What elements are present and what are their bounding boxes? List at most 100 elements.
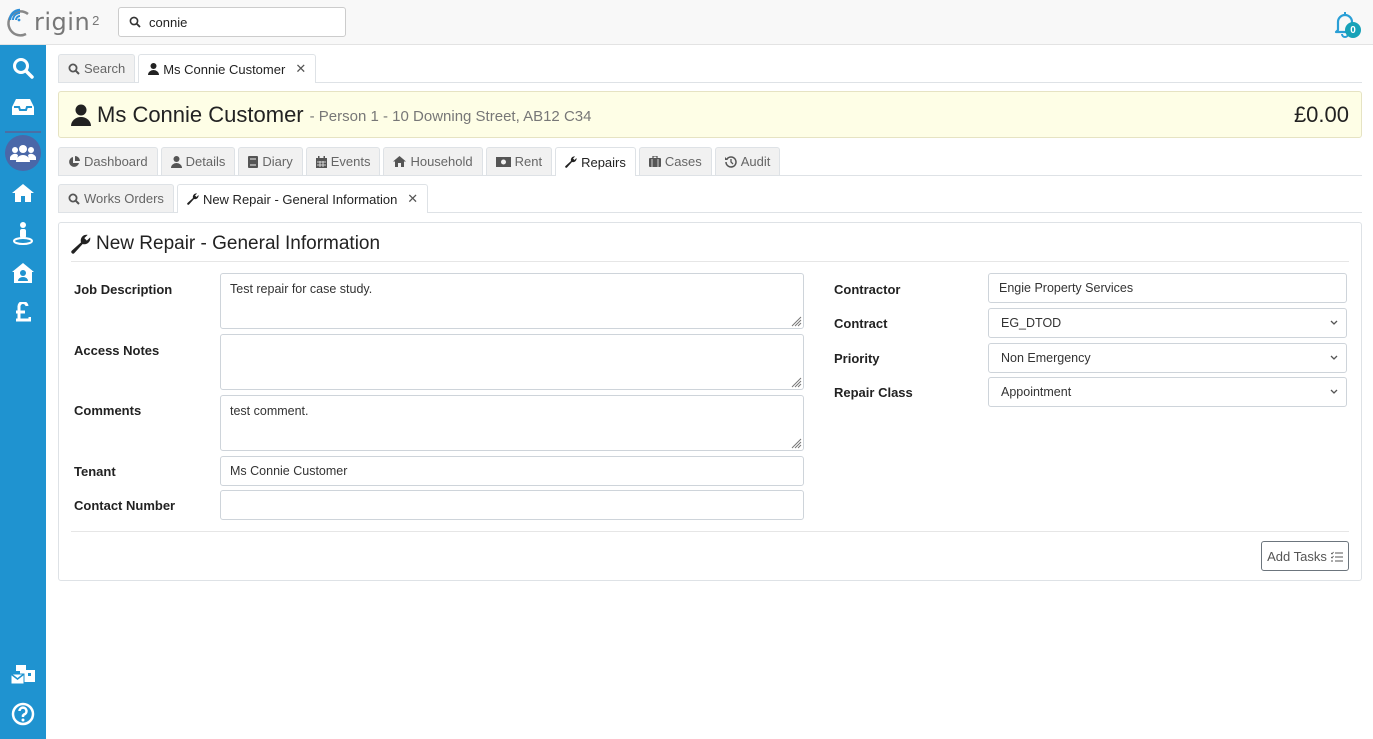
contract-value: EG_DTOD	[1001, 316, 1062, 330]
account-balance: £0.00	[1293, 102, 1349, 127]
tab-details[interactable]: Details	[160, 147, 236, 175]
wrench-icon	[565, 156, 577, 168]
priority-label: Priority	[834, 351, 880, 366]
contractor-label: Contractor	[834, 282, 901, 297]
tab-search[interactable]: Search	[58, 54, 136, 82]
tab-rent[interactable]: Rent	[485, 147, 553, 175]
repair-class-label: Repair Class	[834, 385, 913, 400]
tab-label: Ms Connie Customer	[163, 61, 286, 77]
search-icon	[68, 63, 80, 75]
tab-works-orders[interactable]: Works Orders	[58, 184, 174, 212]
logo-signal-icon	[7, 8, 29, 37]
tenant-label: Tenant	[74, 464, 116, 479]
priority-select[interactable]: Non Emergency	[988, 343, 1347, 373]
tenant-input[interactable]: Ms Connie Customer	[220, 456, 804, 486]
tab-dashboard[interactable]: Dashboard	[58, 147, 158, 175]
person-tabs: Dashboard Details Diary Events Household…	[58, 147, 1362, 176]
new-repair-panel: New Repair - General Information Job Des…	[58, 222, 1362, 581]
person-banner: Ms Connie Customer - Person 1 - 10 Downi…	[58, 91, 1362, 138]
tab-label: Repairs	[581, 154, 626, 170]
contract-select[interactable]: EG_DTOD	[988, 308, 1347, 338]
street-view-icon	[13, 222, 33, 245]
help-icon	[11, 702, 35, 726]
tab-diary[interactable]: Diary	[238, 147, 303, 175]
repair-tabs: Works Orders New Repair - General Inform…	[58, 184, 1362, 213]
close-icon[interactable]: ✕	[407, 191, 418, 207]
sidebar-item-house-user[interactable]	[0, 255, 46, 291]
resize-handle-icon[interactable]	[790, 315, 802, 327]
panel-title-text: New Repair - General Information	[96, 233, 381, 254]
history-icon	[724, 155, 737, 168]
comments-textarea[interactable]: test comment.	[220, 395, 804, 451]
tab-household[interactable]: Household	[383, 147, 483, 175]
tab-person[interactable]: Ms Connie Customer ✕	[138, 54, 317, 83]
tab-events[interactable]: Events	[305, 147, 381, 175]
sidebar-item-communications[interactable]	[0, 657, 46, 693]
job-description-value: Test repair for case study.	[230, 282, 373, 296]
resize-handle-icon[interactable]	[790, 437, 802, 449]
tab-label: Dashboard	[84, 154, 148, 169]
contract-label: Contract	[834, 316, 888, 331]
job-description-textarea[interactable]: Test repair for case study.	[220, 273, 804, 329]
mail-bulk-icon	[10, 665, 35, 685]
top-bar: rigin2 0	[0, 0, 1373, 45]
app-logo[interactable]: rigin 2	[6, 5, 99, 39]
add-tasks-label: Add Tasks	[1267, 548, 1327, 564]
sidebar-item-help[interactable]	[0, 696, 46, 732]
access-notes-textarea[interactable]	[220, 334, 804, 390]
notification-count-badge: 0	[1345, 22, 1361, 38]
person-subtitle: - Person 1 - 10 Downing Street, AB12 C34	[309, 108, 592, 125]
sidebar	[0, 45, 46, 739]
sidebar-item-people[interactable]	[0, 135, 46, 171]
tab-label: Search	[84, 61, 126, 76]
repair-class-select[interactable]: Appointment	[988, 377, 1347, 407]
home-icon	[12, 184, 34, 202]
tasks-list-icon	[1330, 551, 1343, 562]
tab-label: Details	[185, 154, 226, 169]
search-icon	[13, 58, 34, 79]
divider	[71, 531, 1349, 532]
sidebar-item-finance[interactable]	[0, 294, 46, 330]
sidebar-divider	[5, 131, 41, 133]
chevron-down-icon	[1330, 355, 1338, 360]
logo-superscript: 2	[92, 12, 100, 28]
chevron-down-icon	[1330, 320, 1338, 325]
tab-repairs[interactable]: Repairs	[555, 147, 636, 176]
briefcase-icon	[648, 156, 661, 167]
comments-label: Comments	[74, 403, 142, 418]
close-icon[interactable]: ✕	[295, 61, 306, 77]
comments-value: test comment.	[230, 404, 309, 418]
search-input[interactable]	[149, 14, 339, 30]
tab-new-repair[interactable]: New Repair - General Information ✕	[176, 184, 429, 213]
repair-class-value: Appointment	[1001, 385, 1072, 399]
search-icon	[68, 193, 80, 205]
sidebar-item-properties[interactable]	[0, 175, 46, 211]
tab-label: Rent	[514, 154, 543, 169]
tab-cases[interactable]: Cases	[638, 147, 712, 175]
user-icon	[148, 63, 160, 75]
search-icon	[129, 16, 141, 28]
home-icon	[393, 156, 407, 167]
sidebar-item-search[interactable]	[0, 50, 46, 86]
inbox-icon	[12, 99, 34, 115]
contact-number-label: Contact Number	[74, 498, 176, 513]
user-icon	[170, 155, 182, 168]
global-search[interactable]	[118, 7, 346, 37]
resize-handle-icon[interactable]	[790, 376, 802, 388]
add-tasks-button[interactable]: Add Tasks	[1261, 541, 1349, 571]
tab-label: Audit	[740, 154, 771, 169]
wrench-icon	[71, 234, 91, 254]
chart-pie-icon	[69, 155, 80, 167]
users-icon	[10, 145, 36, 162]
pound-icon	[16, 302, 31, 322]
tab-label: Works Orders	[84, 191, 164, 206]
contact-number-input[interactable]	[220, 490, 804, 520]
contractor-value: Engie Property Services	[999, 281, 1134, 295]
sidebar-item-person-location[interactable]	[0, 215, 46, 251]
tab-label: Diary	[262, 154, 293, 169]
tab-label: New Repair - General Information	[202, 191, 398, 207]
contractor-input[interactable]: Engie Property Services	[988, 273, 1347, 303]
tab-audit[interactable]: Audit	[714, 147, 781, 175]
sidebar-item-inbox[interactable]	[0, 89, 46, 125]
house-user-icon	[12, 263, 34, 283]
